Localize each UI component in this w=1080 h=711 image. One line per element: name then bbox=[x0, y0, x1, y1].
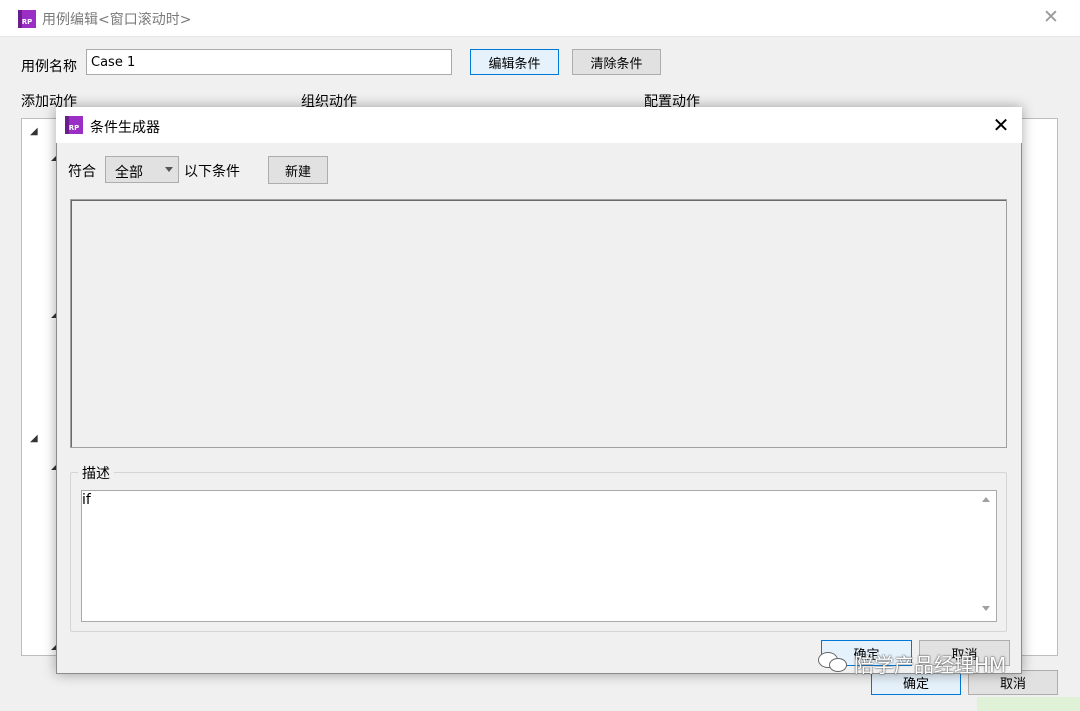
condition-builder-title: 条件生成器 bbox=[90, 120, 160, 136]
triangle-expanded-icon[interactable]: ◢ bbox=[30, 433, 38, 444]
match-label: 符合 bbox=[68, 164, 96, 180]
background-strip bbox=[977, 697, 1080, 711]
edit-conditions-button[interactable]: 编辑条件 bbox=[470, 49, 559, 75]
scroll-down-arrow-icon[interactable] bbox=[982, 606, 990, 611]
case-name-input[interactable] bbox=[86, 49, 452, 75]
axure-rp-logo-icon: RP bbox=[65, 116, 83, 134]
clear-conditions-button[interactable]: 清除条件 bbox=[572, 49, 661, 75]
scroll-up-arrow-icon[interactable] bbox=[982, 497, 990, 502]
triangle-expanded-icon[interactable]: ◢ bbox=[30, 126, 38, 137]
close-icon[interactable]: ✕ bbox=[990, 113, 1012, 137]
match-suffix-label: 以下条件 bbox=[184, 164, 240, 180]
axure-rp-logo-icon: RP bbox=[18, 10, 36, 28]
watermark-text: 陪学产品经理HM bbox=[854, 652, 1007, 677]
new-condition-button[interactable]: 新建 bbox=[268, 156, 328, 184]
description-scrollbar[interactable] bbox=[978, 491, 996, 621]
conditions-list-area[interactable] bbox=[70, 199, 1007, 448]
wechat-icon bbox=[818, 652, 848, 674]
watermark: 陪学产品经理HM bbox=[818, 648, 1006, 678]
chevron-down-icon[interactable] bbox=[165, 167, 173, 172]
description-textarea[interactable] bbox=[81, 490, 997, 622]
description-text: if bbox=[82, 492, 91, 508]
outer-close-icon[interactable]: ✕ bbox=[1040, 6, 1062, 28]
outer-dialog-title: 用例编辑<窗口滚动时> bbox=[42, 12, 192, 28]
description-legend: 描述 bbox=[78, 463, 114, 483]
case-name-label: 用例名称 bbox=[21, 59, 77, 75]
condition-builder-titlebar bbox=[56, 107, 1022, 143]
